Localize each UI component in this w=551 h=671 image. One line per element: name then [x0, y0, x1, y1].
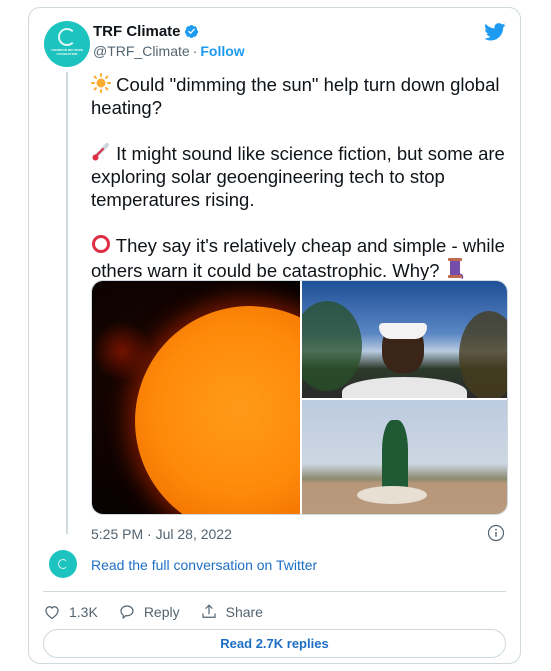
tweet-embed-card: THOMSON REUTERS FOUNDATION TRF Climate @…	[28, 7, 521, 664]
share-icon	[202, 604, 216, 618]
reply-bubble-icon	[120, 605, 134, 620]
sun-disc	[135, 306, 300, 514]
like-count: 1.3K	[69, 604, 98, 620]
sun-emoji-icon	[91, 73, 111, 93]
tweet-media-grid	[91, 280, 508, 515]
media-image-drought[interactable]	[302, 400, 507, 514]
conversation-avatar	[49, 550, 77, 578]
hollow-red-circle-emoji-icon	[92, 235, 110, 253]
tweet-paragraph: Could "dimming the sun" help turn down g…	[91, 73, 511, 119]
twitter-bird-icon[interactable]	[484, 23, 506, 41]
tweet-text: Could "dimming the sun" help turn down g…	[91, 73, 511, 305]
reply-label: Reply	[143, 604, 180, 620]
author-avatar[interactable]: THOMSON REUTERS FOUNDATION	[44, 21, 90, 67]
tree-left	[302, 301, 362, 391]
media-image-eclipse-viewer[interactable]	[302, 281, 507, 398]
tweet-paragraph: They say it's relatively cheap and simpl…	[91, 234, 511, 282]
dead-animal	[357, 486, 427, 504]
tweet-paragraph: It might sound like science fiction, but…	[91, 142, 511, 211]
solar-flare	[92, 321, 152, 381]
tweet-timestamp[interactable]: 5:25 PM · Jul 28, 2022	[91, 526, 232, 542]
separator-dot: ·	[192, 43, 198, 59]
paragraph-text: It might sound like science fiction, but…	[91, 143, 505, 210]
follow-button[interactable]: Follow	[200, 43, 244, 59]
reply-button[interactable]: Reply	[118, 603, 180, 621]
eclipse-glasses	[379, 323, 427, 339]
tree-right	[459, 311, 507, 398]
thread-spool-emoji-icon	[447, 258, 463, 279]
tweet-actions: 1.3K Reply Share	[43, 596, 283, 628]
woman-figure	[382, 420, 408, 496]
share-button[interactable]: Share	[200, 603, 263, 621]
author-handle-row: @TRF_Climate · Follow	[93, 43, 245, 59]
share-label: Share	[225, 604, 263, 620]
read-conversation-link[interactable]: Read the full conversation on Twitter	[91, 557, 317, 573]
like-button[interactable]: 1.3K	[43, 603, 98, 621]
foundation-logo-icon	[58, 28, 76, 46]
info-icon[interactable]	[487, 524, 505, 542]
author-handle[interactable]: @TRF_Climate	[93, 43, 190, 59]
avatar-text: THOMSON REUTERS FOUNDATION	[50, 48, 83, 56]
thread-line	[66, 72, 68, 534]
paragraph-text: Could "dimming the sun" help turn down g…	[91, 74, 500, 118]
foundation-logo-icon	[58, 559, 68, 569]
read-replies-button[interactable]: Read 2.7K replies	[43, 629, 506, 658]
media-image-sun[interactable]	[92, 281, 300, 514]
man-shirt	[342, 377, 467, 398]
author-name[interactable]: TRF Climate	[93, 23, 181, 40]
thermometer-emoji-icon	[92, 143, 109, 161]
author-name-row: TRF Climate	[93, 23, 199, 40]
verified-badge-icon	[184, 24, 198, 39]
divider	[43, 591, 506, 592]
paragraph-text: They say it's relatively cheap and simpl…	[91, 235, 505, 281]
heart-icon	[45, 606, 59, 620]
